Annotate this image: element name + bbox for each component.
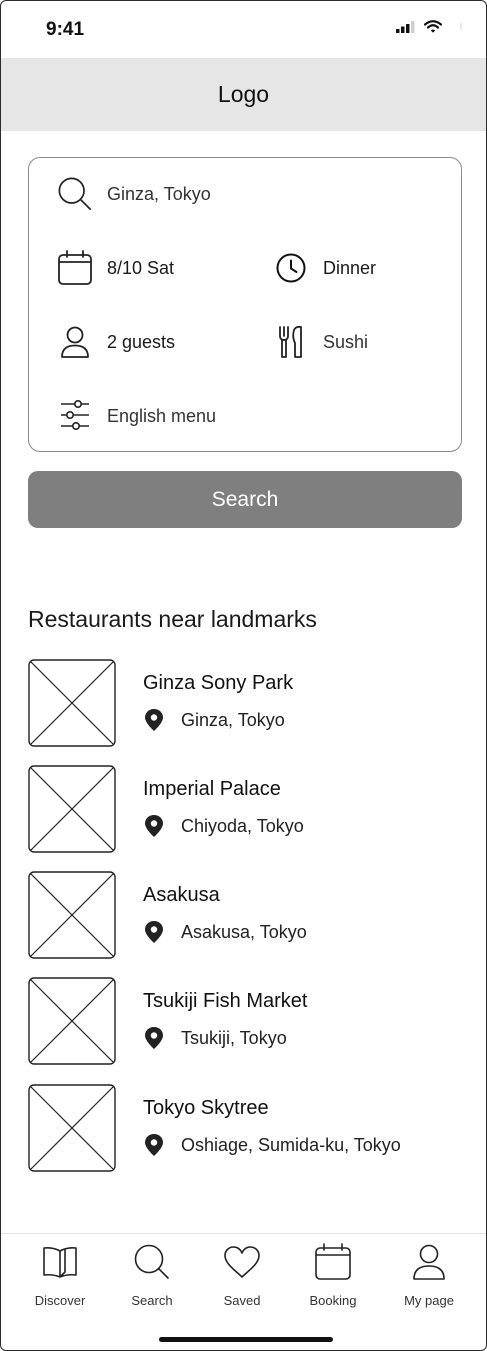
date-field[interactable]: 8/10 Sat [57, 250, 174, 286]
restaurant-location: Oshiage, Sumida-ku, Tokyo [143, 1133, 401, 1157]
cuisine-field[interactable]: Sushi [273, 324, 368, 360]
search-button[interactable]: Search [28, 471, 462, 528]
person-icon [57, 324, 93, 360]
battery-icon [460, 23, 462, 30]
bottom-nav: Discover Search Saved Booking My page [1, 1233, 486, 1350]
restaurant-name: Ginza Sony Park [143, 672, 294, 694]
nav-item-search[interactable]: Search [107, 1242, 197, 1308]
guests-field[interactable]: 2 guests [57, 324, 175, 360]
restaurant-name: Imperial Palace [143, 778, 281, 800]
time-value: Dinner [323, 257, 377, 278]
calendar-icon [57, 250, 93, 286]
restaurant-location: Tsukiji, Tokyo [143, 1026, 287, 1050]
logo[interactable]: Logo [218, 81, 269, 108]
search-icon [132, 1242, 172, 1282]
list-item[interactable]: Imperial Palace Chiyoda, Tokyo [28, 765, 448, 853]
status-icons [396, 20, 464, 33]
person-icon [409, 1242, 449, 1282]
image-placeholder [28, 871, 116, 959]
app-header: Logo [1, 58, 486, 131]
nav-item-discover[interactable]: Discover [15, 1242, 105, 1308]
nav-item-booking[interactable]: Booking [288, 1242, 378, 1308]
wifi-icon [424, 20, 442, 33]
list-item[interactable]: Tsukiji Fish Market Tsukiji, Tokyo [28, 977, 448, 1065]
restaurant-name: Asakusa [143, 884, 220, 906]
location-pin-icon [143, 920, 165, 944]
list-item[interactable]: Asakusa Asakusa, Tokyo [28, 871, 448, 959]
nav-label: Search [131, 1293, 173, 1308]
location-pin-icon [143, 708, 165, 732]
nav-item-saved[interactable]: Saved [197, 1242, 287, 1308]
section-title: Restaurants near landmarks [28, 606, 317, 632]
location-text: Asakusa, Tokyo [181, 921, 307, 942]
status-bar: 9:41 [1, 1, 486, 58]
location-text: Ginza, Tokyo [181, 709, 285, 730]
book-icon [40, 1242, 80, 1282]
status-time: 9:41 [46, 19, 85, 40]
nav-item-my-page[interactable]: My page [384, 1242, 474, 1308]
utensils-icon [273, 324, 309, 360]
restaurant-name: Tsukiji Fish Market [143, 990, 308, 1012]
restaurant-location: Asakusa, Tokyo [143, 920, 307, 944]
location-text: Chiyoda, Tokyo [181, 815, 304, 836]
date-value: 8/10 Sat [107, 257, 175, 278]
location-pin-icon [143, 1026, 165, 1050]
guests-value: 2 guests [107, 331, 176, 352]
list-item[interactable]: Tokyo Skytree Oshiage, Sumida-ku, Tokyo [28, 1084, 448, 1172]
location-pin-icon [143, 1133, 165, 1157]
image-placeholder [28, 1084, 116, 1172]
home-indicator[interactable] [159, 1337, 333, 1342]
image-placeholder [28, 977, 116, 1065]
sliders-icon [57, 398, 93, 434]
location-text: Tsukiji, Tokyo [181, 1027, 287, 1048]
nav-label: My page [404, 1293, 454, 1308]
calendar-icon [313, 1242, 353, 1282]
filter-field[interactable]: English menu [57, 398, 216, 434]
location-pin-icon [143, 814, 165, 838]
search-card: Ginza, Tokyo 8/10 Sat Dinner 2 guests Su… [28, 157, 462, 452]
location-text: Oshiage, Sumida-ku, Tokyo [181, 1134, 401, 1155]
heart-icon [222, 1242, 262, 1282]
restaurant-location: Ginza, Tokyo [143, 708, 285, 732]
time-field[interactable]: Dinner [273, 250, 376, 286]
filter-value: English menu [107, 405, 217, 426]
restaurant-name: Tokyo Skytree [143, 1097, 269, 1119]
nav-label: Booking [309, 1293, 357, 1308]
location-field[interactable]: Ginza, Tokyo [57, 176, 211, 212]
search-icon [57, 176, 93, 212]
image-placeholder [28, 659, 116, 747]
phone-frame: 9:41 Logo Ginza, Tokyo 8/10 Sat Dinner 2… [0, 0, 487, 1351]
cuisine-value: Sushi [323, 331, 369, 352]
cellular-signal-icon [396, 20, 415, 33]
location-value: Ginza, Tokyo [107, 183, 211, 204]
image-placeholder [28, 765, 116, 853]
nav-label: Saved [223, 1293, 261, 1308]
clock-icon [273, 250, 309, 286]
restaurant-location: Chiyoda, Tokyo [143, 814, 304, 838]
nav-label: Discover [34, 1293, 86, 1308]
list-item[interactable]: Ginza Sony Park Ginza, Tokyo [28, 659, 448, 747]
